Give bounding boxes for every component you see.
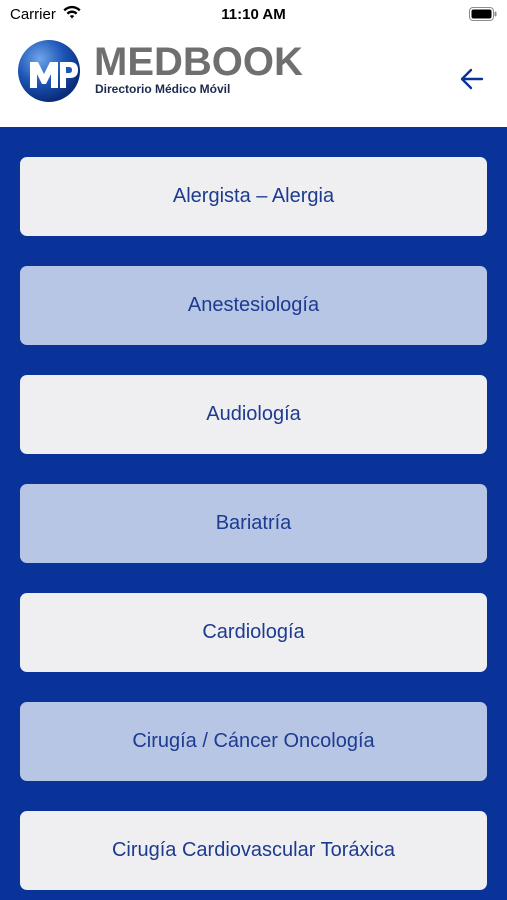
specialty-button-alergista[interactable]: Alergista – Alergia [20,157,487,236]
specialty-button-cardiologia[interactable]: Cardiología [20,593,487,672]
status-time: 11:10 AM [221,6,286,23]
specialty-button-audiologia[interactable]: Audiología [20,375,487,454]
brand-title: MEDBOOK [94,40,303,84]
battery-icon [469,7,497,21]
specialty-button-cirugia-oncologia[interactable]: Cirugía / Cáncer Oncología [20,702,487,781]
status-bar: Carrier 11:10 AM [0,0,507,30]
specialty-list: Alergista – Alergia Anestesiología Audio… [0,127,507,900]
specialty-button-anestesiologia[interactable]: Anestesiología [20,266,487,345]
app-header: MEDBOOK Directorio Médico Móvil [0,30,507,127]
specialty-button-cirugia-cardiovascular[interactable]: Cirugía Cardiovascular Toráxica [20,811,487,890]
back-arrow-icon[interactable] [457,64,487,94]
specialty-button-bariatria[interactable]: Bariatría [20,484,487,563]
brand-tagline: Directorio Médico Móvil [95,82,231,96]
medbook-logo-icon [18,40,80,102]
